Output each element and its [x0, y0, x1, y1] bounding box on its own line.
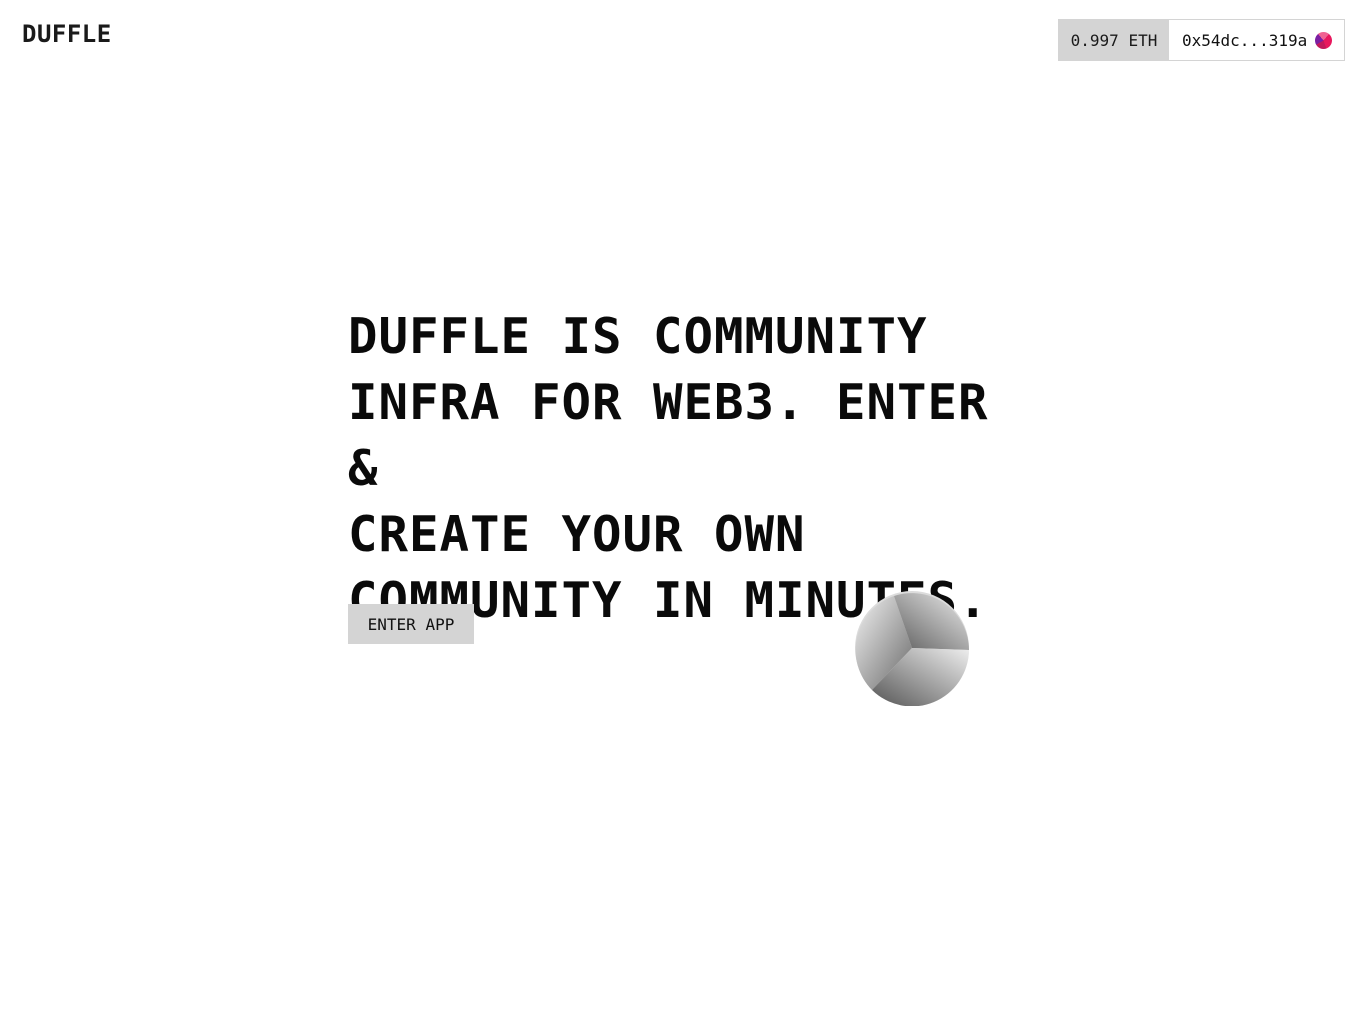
- enter-app-button[interactable]: ENTER APP: [348, 604, 474, 644]
- decorative-sphere-graphic: [855, 591, 969, 706]
- wallet-address-button[interactable]: 0x54dc...319a: [1169, 20, 1344, 60]
- wallet-avatar-icon: [1315, 31, 1333, 49]
- wallet-widget[interactable]: 0.997 ETH 0x54dc...319a: [1058, 19, 1345, 61]
- hero-headline: DUFFLE IS COMMUNITY INFRA FOR WEB3. ENTE…: [348, 308, 989, 629]
- eth-balance: 0.997 ETH: [1059, 20, 1169, 60]
- logo[interactable]: DUFFLE: [22, 20, 112, 48]
- wallet-address: 0x54dc...319a: [1182, 30, 1308, 50]
